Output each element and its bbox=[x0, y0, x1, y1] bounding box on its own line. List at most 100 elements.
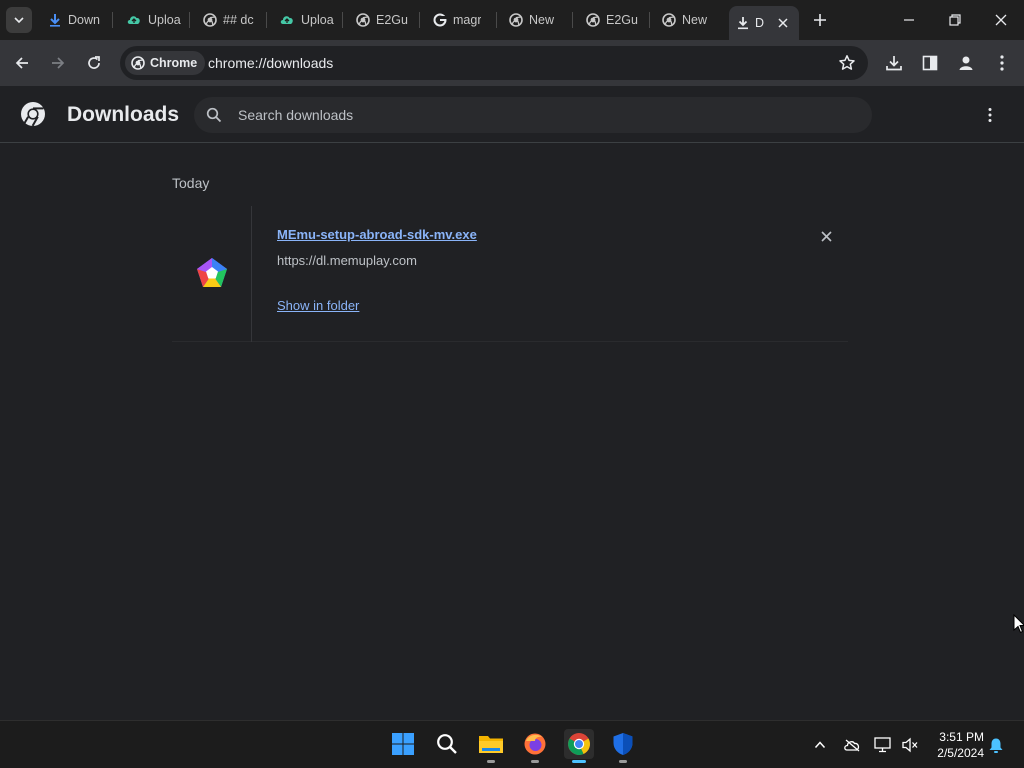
search-downloads-input[interactable] bbox=[238, 97, 838, 133]
chrome-new-tab-icon bbox=[662, 13, 676, 27]
kebab-menu-icon bbox=[1000, 55, 1004, 71]
memu-app-icon bbox=[197, 258, 227, 287]
arrow-right-icon bbox=[52, 57, 65, 69]
profile-icon bbox=[959, 56, 973, 70]
close-tab-button[interactable] bbox=[775, 15, 791, 31]
network-icon bbox=[874, 737, 891, 753]
firefox-icon bbox=[524, 733, 546, 755]
running-indicator bbox=[487, 760, 495, 763]
site-chip-label: Chrome bbox=[150, 56, 198, 70]
chromium-globe-icon bbox=[586, 13, 600, 27]
close-icon bbox=[778, 18, 788, 28]
site-info-chip[interactable]: Chrome bbox=[125, 51, 206, 75]
restore-button[interactable] bbox=[932, 0, 978, 40]
tab-chromium-1[interactable]: ## dc bbox=[195, 6, 259, 34]
plus-icon bbox=[814, 14, 826, 26]
side-panel-icon bbox=[922, 55, 938, 71]
minimize-button[interactable] bbox=[886, 0, 932, 40]
tab-label: E2Gu bbox=[376, 13, 408, 27]
notifications-button[interactable] bbox=[986, 735, 1006, 755]
taskbar-clock[interactable]: 3:51 PM 2/5/2024 bbox=[930, 729, 984, 761]
cloud-offline-icon bbox=[844, 739, 860, 752]
tab-label: New bbox=[529, 13, 555, 27]
tab-google[interactable]: magr bbox=[425, 6, 489, 34]
downloads-header: Downloads bbox=[0, 86, 1024, 143]
tab-search-button[interactable] bbox=[6, 7, 32, 33]
file-explorer-button[interactable] bbox=[476, 729, 506, 763]
tab-chromium-3[interactable]: E2Gu bbox=[578, 6, 642, 34]
show-hidden-icons-button[interactable] bbox=[810, 735, 830, 755]
download-icon bbox=[886, 56, 902, 71]
firefox-button[interactable] bbox=[520, 729, 550, 763]
browser-menu-button[interactable] bbox=[991, 52, 1013, 74]
reload-icon bbox=[88, 56, 100, 69]
tab-new-1[interactable]: New bbox=[501, 6, 565, 34]
close-icon bbox=[995, 14, 1007, 26]
download-arrow-icon bbox=[738, 17, 748, 30]
browser-toolbar: Chrome chrome://downloads bbox=[0, 40, 1024, 86]
remove-download-button[interactable] bbox=[816, 226, 836, 246]
tab-downloads-1[interactable]: Down bbox=[40, 6, 106, 34]
forward-button[interactable] bbox=[44, 49, 72, 77]
arrow-left-icon bbox=[15, 57, 28, 69]
tab-label: D bbox=[755, 16, 765, 30]
tab-label: Uploa bbox=[148, 13, 181, 27]
chrome-icon bbox=[568, 733, 590, 755]
volume-tray-button[interactable] bbox=[900, 735, 920, 755]
tab-upload-2[interactable]: Uploa bbox=[271, 6, 335, 34]
download-item: MEmu-setup-abroad-sdk-mv.exe https://dl.… bbox=[172, 206, 848, 342]
folder-icon bbox=[479, 736, 503, 753]
close-icon bbox=[820, 230, 832, 242]
shield-icon bbox=[613, 733, 633, 755]
restore-icon bbox=[949, 14, 961, 26]
tab-upload-1[interactable]: Uploa bbox=[118, 6, 182, 34]
star-icon bbox=[839, 55, 855, 70]
new-tab-button[interactable] bbox=[808, 8, 832, 32]
address-bar[interactable]: Chrome chrome://downloads bbox=[120, 46, 868, 80]
clock-time: 3:51 PM bbox=[939, 730, 984, 744]
side-panel-button[interactable] bbox=[919, 52, 941, 74]
tab-strip: Down Uploa ## dc Uploa E2Gu magr New E2G… bbox=[0, 0, 1024, 40]
tab-new-2[interactable]: New bbox=[654, 6, 720, 34]
minimize-icon bbox=[904, 19, 914, 21]
start-button[interactable] bbox=[388, 729, 418, 759]
network-tray-button[interactable] bbox=[873, 735, 893, 755]
tab-label: magr bbox=[453, 13, 482, 27]
search-icon bbox=[437, 734, 457, 754]
running-indicator bbox=[619, 760, 627, 763]
search-box[interactable] bbox=[194, 97, 872, 133]
close-window-button[interactable] bbox=[978, 0, 1024, 40]
onedrive-tray-button[interactable] bbox=[842, 735, 862, 755]
tab-downloads-active[interactable]: D bbox=[729, 6, 799, 40]
chevron-down-icon bbox=[14, 17, 24, 24]
download-file-name-link[interactable]: MEmu-setup-abroad-sdk-mv.exe bbox=[277, 227, 477, 242]
taskbar-search-button[interactable] bbox=[432, 729, 462, 759]
downloads-menu-button[interactable] bbox=[980, 104, 1000, 126]
chrome-taskbar-button[interactable] bbox=[564, 729, 594, 763]
clock-date: 2/5/2024 bbox=[937, 746, 984, 760]
back-button[interactable] bbox=[8, 49, 36, 77]
tab-label: New bbox=[682, 13, 708, 27]
volume-muted-icon bbox=[902, 737, 918, 753]
chromium-globe-icon bbox=[356, 13, 370, 27]
chrome-new-tab-icon bbox=[509, 13, 523, 27]
tab-label: Down bbox=[68, 13, 100, 27]
chromium-globe-icon bbox=[203, 13, 217, 27]
download-source-url: https://dl.memuplay.com bbox=[277, 253, 417, 268]
defender-button[interactable] bbox=[608, 729, 638, 763]
reload-button[interactable] bbox=[80, 49, 108, 77]
bookmark-button[interactable] bbox=[838, 54, 856, 77]
date-heading: Today bbox=[172, 175, 210, 191]
show-in-folder-link[interactable]: Show in folder bbox=[277, 298, 359, 313]
download-arrow-icon bbox=[50, 14, 60, 27]
chrome-icon bbox=[131, 56, 145, 70]
google-g-icon bbox=[433, 13, 447, 27]
file-icon-container bbox=[172, 206, 252, 342]
taskbar: 3:51 PM 2/5/2024 bbox=[0, 720, 1024, 768]
url-text[interactable]: chrome://downloads bbox=[208, 55, 333, 71]
windows-start-icon bbox=[392, 733, 414, 755]
tab-chromium-2[interactable]: E2Gu bbox=[348, 6, 412, 34]
downloads-button[interactable] bbox=[883, 52, 905, 74]
chrome-logo-icon bbox=[21, 102, 45, 127]
profile-button[interactable] bbox=[955, 52, 977, 74]
